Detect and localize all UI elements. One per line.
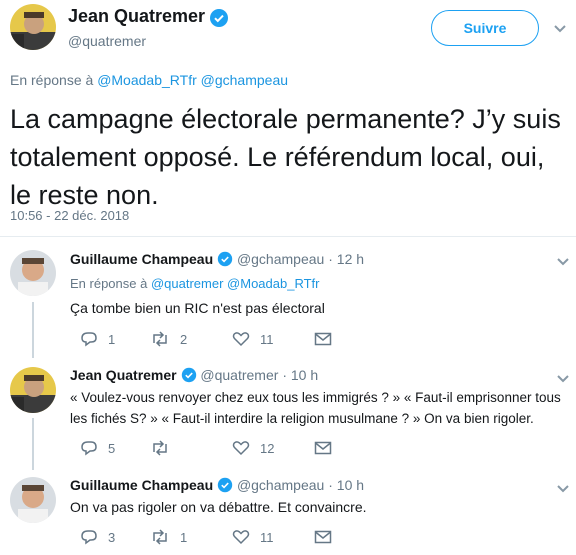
reply-header: Guillaume Champeau @gchampeau · 10 h [70, 477, 364, 496]
reply-text-line: les fichés S? » « Faut-il interdire la r… [70, 411, 534, 426]
like-count: 12 [260, 440, 275, 456]
reply-prefix: En réponse à [10, 72, 94, 88]
like-count: 11 [260, 331, 274, 347]
reply-text-line: « Voulez-vous renvoyer chez eux tous les… [70, 390, 561, 405]
tweet-text-line: La campagne électorale permanente? J’y s… [10, 104, 561, 134]
verified-icon [217, 251, 233, 270]
thread-line [32, 302, 34, 358]
reply-text: On va pas rigoler on va débattre. Et con… [70, 499, 367, 515]
reply-text: Ça tombe bien un RIC n'est pas électoral [70, 300, 325, 316]
reply-count: 1 [108, 331, 116, 347]
like-button[interactable]: 12 [232, 440, 274, 456]
verified-icon [209, 8, 229, 33]
author-name[interactable]: Guillaume Champeau [70, 251, 213, 267]
dm-button[interactable] [314, 440, 342, 456]
like-button[interactable]: 11 [232, 529, 274, 545]
author-handle[interactable]: @gchampeau [237, 477, 324, 493]
reply-header: Guillaume Champeau @gchampeau · 12 h [70, 251, 364, 270]
separator-dot: · [328, 477, 333, 493]
like-button[interactable]: 11 [232, 331, 274, 347]
mention-link[interactable]: @quatremer [151, 276, 223, 291]
retweet-button[interactable]: 2 [150, 331, 190, 347]
like-count: 11 [260, 529, 274, 545]
chevron-down-icon[interactable] [555, 255, 571, 267]
mention-link[interactable]: @Moadab_RTfr [227, 276, 319, 291]
author-handle[interactable]: @quatremer [68, 33, 146, 49]
reply-time[interactable]: 10 h [291, 367, 318, 383]
retweet-button[interactable]: 1 [150, 529, 190, 545]
mention-link[interactable]: @gchampeau [201, 72, 288, 88]
retweet-button[interactable] [150, 440, 190, 456]
reply-icon [81, 530, 97, 545]
tweet-timestamp[interactable]: 10:56 - 22 déc. 2018 [10, 208, 129, 223]
divider [0, 236, 576, 237]
mention-link[interactable]: @Moadab_RTfr [97, 72, 197, 88]
like-icon [232, 441, 250, 456]
reply-count: 5 [108, 440, 116, 456]
separator-dot: · [282, 367, 287, 383]
follow-button[interactable]: Suivre [431, 10, 539, 46]
chevron-down-icon[interactable] [555, 482, 571, 494]
reply-context: En réponse à @quatremer @Moadab_RTfr [70, 276, 320, 291]
author-name[interactable]: Jean Quatremer [68, 6, 205, 27]
reply-count: 3 [108, 529, 116, 545]
reply-icon [81, 441, 97, 456]
retweet-icon [153, 440, 167, 456]
reply-context: En réponse à @Moadab_RTfr @gchampeau [10, 72, 288, 88]
retweet-count: 2 [180, 331, 188, 347]
chevron-down-icon[interactable] [555, 372, 571, 384]
avatar-jean-quatremer[interactable] [10, 4, 56, 50]
verified-icon [181, 367, 197, 386]
tweet-text-line: totalement opposé. Le référendum local, … [10, 142, 545, 172]
author-handle[interactable]: @gchampeau [237, 251, 324, 267]
reply-icon [81, 332, 97, 347]
avatar-guillaume-champeau[interactable] [10, 250, 56, 296]
dm-icon [314, 332, 332, 346]
avatar-guillaume-champeau[interactable] [10, 477, 56, 523]
reply-text: « Voulez-vous renvoyer chez eux tous les… [70, 387, 561, 429]
dm-button[interactable] [314, 529, 342, 545]
dm-icon [314, 441, 332, 455]
reply-time[interactable]: 10 h [337, 477, 364, 493]
verified-icon [217, 477, 233, 496]
tweet-text: La campagne électorale permanente? J’y s… [10, 100, 561, 214]
separator-dot: · [328, 251, 333, 267]
thread-line [32, 418, 34, 470]
dm-button[interactable] [314, 331, 342, 347]
reply-prefix: En réponse à [70, 276, 148, 291]
like-icon [232, 332, 250, 347]
author-name[interactable]: Guillaume Champeau [70, 477, 213, 493]
avatar-jean-quatremer[interactable] [10, 367, 56, 413]
retweet-count: 1 [180, 529, 188, 545]
retweet-icon [153, 529, 167, 545]
like-icon [232, 530, 250, 545]
author-name[interactable]: Jean Quatremer [70, 367, 177, 383]
reply-time[interactable]: 12 h [337, 251, 364, 267]
reply-button[interactable]: 1 [80, 331, 118, 347]
retweet-icon [153, 331, 167, 347]
reply-header: Jean Quatremer @quatremer · 10 h [70, 367, 318, 386]
author-handle[interactable]: @quatremer [200, 367, 278, 383]
reply-button[interactable]: 5 [80, 440, 118, 456]
chevron-down-icon[interactable] [552, 22, 568, 34]
dm-icon [314, 530, 332, 544]
reply-button[interactable]: 3 [80, 529, 118, 545]
